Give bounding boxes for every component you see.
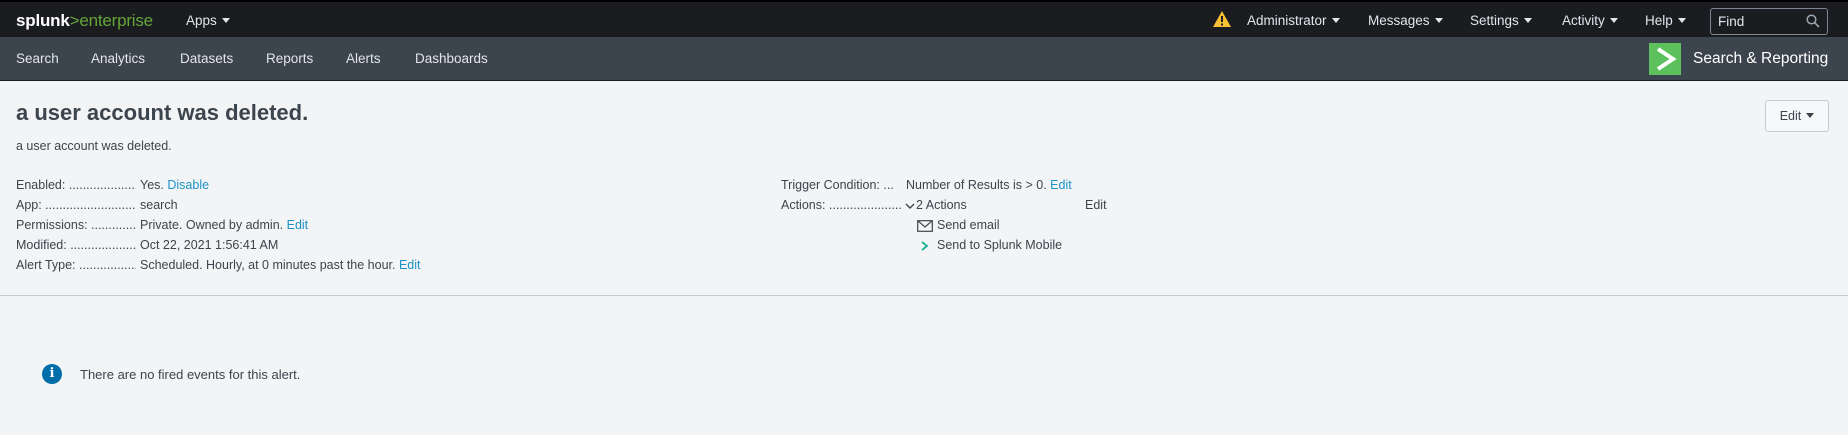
nav-datasets[interactable]: Datasets <box>180 51 233 66</box>
messages-menu[interactable]: Messages <box>1368 13 1443 28</box>
find-input[interactable] <box>1711 9 1801 34</box>
splunk-mobile-icon <box>921 241 929 251</box>
action-mobile-label: Send to Splunk Mobile <box>937 238 1063 252</box>
disable-link[interactable]: Disable <box>167 178 209 192</box>
enabled-value: Yes. <box>140 178 164 192</box>
app-bar: Search Analytics Datasets Reports Alerts… <box>0 37 1848 81</box>
warning-icon[interactable] <box>1212 10 1232 28</box>
apps-label: Apps <box>186 13 217 28</box>
alert-type-value: Scheduled. Hourly, at 0 minutes past the… <box>140 258 396 272</box>
nav-alerts[interactable]: Alerts <box>346 51 381 66</box>
messages-label: Messages <box>1368 13 1430 28</box>
envelope-icon <box>917 219 933 232</box>
edit-button[interactable]: Edit <box>1765 100 1829 132</box>
activity-menu[interactable]: Activity <box>1562 13 1618 28</box>
chevron-down-icon <box>1806 113 1815 119</box>
alert-type-row: Alert Type: ................... Schedule… <box>16 257 716 273</box>
page-title: a user account was deleted. <box>16 100 309 125</box>
permissions-label: Permissions: .............. <box>16 218 136 232</box>
trigger-row: Trigger Condition: ... Number of Results… <box>781 177 1181 193</box>
alert-type-label: Alert Type: ................... <box>16 258 136 272</box>
info-icon: i <box>42 364 62 384</box>
trigger-value: Number of Results is > 0. <box>906 178 1047 192</box>
edit-button-label: Edit <box>1779 109 1802 123</box>
section-divider <box>0 295 1848 296</box>
find-field[interactable] <box>1710 8 1828 35</box>
app-label: App: ...................................… <box>16 198 136 212</box>
help-menu[interactable]: Help <box>1645 13 1686 28</box>
actions-toggle[interactable]: 2 Actions <box>905 197 967 213</box>
logo-suffix: enterprise <box>79 11 153 30</box>
chevron-down-icon <box>1331 17 1340 23</box>
chevron-down-icon <box>1434 17 1443 23</box>
nav-search[interactable]: Search <box>16 51 59 66</box>
action-item-email: Send email <box>917 217 1000 233</box>
alert-type-edit-link[interactable]: Edit <box>399 258 421 272</box>
trigger-label: Trigger Condition: ... <box>781 178 894 192</box>
enabled-label: Enabled: ...................... <box>16 178 136 192</box>
chevron-down-icon <box>1523 17 1532 23</box>
permissions-edit-link[interactable]: Edit <box>287 218 309 232</box>
chevron-down-icon <box>1677 17 1686 23</box>
app-row: App: ...................................… <box>16 197 716 213</box>
action-email-label: Send email <box>937 218 1000 232</box>
alert-description: a user account was deleted. <box>16 139 172 153</box>
settings-menu[interactable]: Settings <box>1470 13 1532 28</box>
actions-row: Actions: .......................... 2 Ac… <box>781 197 1181 213</box>
nav-analytics[interactable]: Analytics <box>91 51 145 66</box>
logo-gt: > <box>69 11 80 30</box>
permissions-value: Private. Owned by admin. <box>140 218 284 232</box>
no-fired-events-message: There are no fired events for this alert… <box>80 367 301 382</box>
user-menu[interactable]: Administrator <box>1247 13 1340 28</box>
nav-reports[interactable]: Reports <box>266 51 313 66</box>
chevron-down-icon <box>905 203 915 209</box>
modified-row: Modified: ...................... Oct 22,… <box>16 237 716 253</box>
modified-label: Modified: ...................... <box>16 238 136 252</box>
permissions-row: Permissions: .............. Private. Own… <box>16 217 716 233</box>
chevron-right-icon <box>1656 47 1677 71</box>
app-name[interactable]: Search & Reporting <box>1693 50 1828 68</box>
top-bar: splunk>enterprise Apps Administrator Mes… <box>0 0 1848 37</box>
modified-value: Oct 22, 2021 1:56:41 AM <box>140 238 279 252</box>
actions-edit-link[interactable]: Edit <box>1085 197 1107 213</box>
actions-value: 2 Actions <box>916 198 967 212</box>
help-label: Help <box>1645 13 1673 28</box>
chevron-down-icon <box>221 17 230 23</box>
enabled-row: Enabled: ...................... Yes. Dis… <box>16 177 716 193</box>
splunk-logo[interactable]: splunk>enterprise <box>16 11 153 31</box>
apps-menu[interactable]: Apps <box>186 13 230 28</box>
actions-label: Actions: .......................... <box>781 198 901 212</box>
chevron-down-icon <box>1609 17 1618 23</box>
user-label: Administrator <box>1247 13 1327 28</box>
search-icon[interactable] <box>1806 14 1820 28</box>
app-value: search <box>140 198 178 212</box>
logo-main: splunk <box>16 11 70 30</box>
settings-label: Settings <box>1470 13 1519 28</box>
trigger-edit-link[interactable]: Edit <box>1050 178 1072 192</box>
action-item-mobile: Send to Splunk Mobile <box>917 237 1062 253</box>
activity-label: Activity <box>1562 13 1605 28</box>
nav-dashboards[interactable]: Dashboards <box>415 51 488 66</box>
app-logo-icon[interactable] <box>1649 43 1681 75</box>
